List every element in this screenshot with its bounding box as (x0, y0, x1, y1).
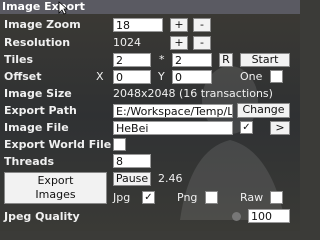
export-images-button[interactable]: Export Images (4, 172, 107, 204)
export-path-input[interactable]: E:/Workspace/Temp/Low (113, 104, 233, 118)
jpg-label: Jpg (113, 191, 131, 204)
png-checkbox[interactable] (205, 191, 218, 204)
jpg-checkbox[interactable]: ✓ (142, 191, 155, 204)
resolution-plus-button[interactable]: + (170, 36, 188, 50)
resolution-label: Resolution (4, 36, 71, 49)
mouse-cursor-icon (58, 1, 68, 15)
export-images-line2: Images (35, 188, 76, 201)
start-button[interactable]: Start (240, 53, 290, 67)
offset-one-checkbox[interactable] (270, 70, 283, 83)
jpeg-quality-input[interactable]: 100 (248, 209, 290, 223)
image-file-checkbox[interactable]: ✓ (240, 121, 253, 134)
export-world-file-label: Export World File (4, 138, 112, 151)
export-images-line1: Export (37, 174, 74, 187)
image-file-label: Image File (4, 121, 69, 134)
threads-input[interactable]: 8 (113, 154, 151, 168)
image-zoom-input[interactable]: 18 (113, 18, 163, 32)
image-size-value: 2048x2048 (16 transactions) (113, 87, 273, 100)
tiles-x-input[interactable]: 2 (113, 53, 151, 67)
resolution-minus-button[interactable]: - (193, 36, 211, 50)
jpeg-quality-slider-knob[interactable] (232, 212, 241, 221)
offset-y-label: Y (158, 70, 165, 83)
raw-checkbox[interactable] (270, 191, 283, 204)
image-zoom-minus-button[interactable]: - (193, 18, 211, 32)
export-world-file-checkbox[interactable] (113, 138, 126, 151)
export-path-label: Export Path (4, 104, 77, 117)
tiles-y-input[interactable]: 2 (172, 53, 212, 67)
threads-label: Threads (4, 155, 55, 168)
image-file-next-button[interactable]: > (270, 121, 290, 135)
change-path-button[interactable]: Change (237, 103, 290, 118)
offset-label: Offset (4, 70, 42, 83)
jpeg-quality-label: Jpeg Quality (4, 210, 80, 223)
raw-label: Raw (240, 191, 264, 204)
tiles-separator: * (159, 53, 165, 66)
image-zoom-label: Image Zoom (4, 18, 81, 31)
offset-x-label: X (96, 70, 104, 83)
tiles-r-button[interactable]: R (219, 53, 233, 67)
tiles-label: Tiles (4, 53, 34, 66)
png-label: Png (177, 191, 198, 204)
offset-y-input[interactable]: 0 (172, 70, 212, 84)
pause-button[interactable]: Pause (113, 172, 151, 186)
image-zoom-plus-button[interactable]: + (170, 18, 188, 32)
offset-x-input[interactable]: 0 (113, 70, 151, 84)
window-title: Image Export (0, 0, 300, 14)
image-export-window: Image Export Image Zoom 18 + - Resolutio… (0, 0, 300, 231)
image-size-label: Image Size (4, 87, 72, 100)
offset-one-label: One (240, 70, 263, 83)
progress-value: 2.46 (158, 172, 183, 185)
image-file-input[interactable]: HeBei (113, 121, 233, 135)
resolution-value: 1024 (113, 36, 141, 49)
